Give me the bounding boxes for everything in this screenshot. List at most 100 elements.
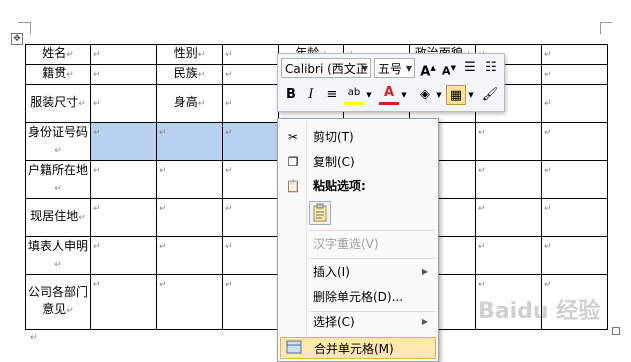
cell-text: 公司各部门意见 <box>28 285 89 316</box>
table-cell[interactable]: ↵ <box>475 122 542 161</box>
italic-button[interactable]: I <box>301 85 321 105</box>
cell-text: 民族 <box>173 66 198 80</box>
table-cell[interactable]: ↵ <box>90 84 157 123</box>
submenu-arrow-icon: ▶ <box>421 267 428 276</box>
format-painter-icon[interactable]: 🖌 <box>480 85 500 105</box>
table-cell[interactable]: ↵ <box>475 198 542 237</box>
menu-item-label: 剪切(T) <box>313 130 354 144</box>
cell-text: 性别 <box>173 46 198 60</box>
menu-item-cut[interactable]: ✂ 剪切(T) <box>280 126 436 148</box>
center-align-button[interactable]: ≡ <box>322 85 342 105</box>
highlight-dropdown-icon[interactable]: ▼ <box>364 85 374 105</box>
borders-dropdown-icon[interactable]: ▼ <box>466 85 476 105</box>
label-cell-gender[interactable]: 性别↵ <box>156 44 223 65</box>
menu-item-insert[interactable]: 插入(I) ▶ <box>280 261 436 283</box>
table-cell[interactable]: ↵ <box>541 84 608 123</box>
paste-icon: 📋 <box>285 179 301 193</box>
chevron-down-icon[interactable]: ▼ <box>406 59 412 79</box>
label-cell-name[interactable]: 姓名↵ <box>25 44 91 65</box>
font-color-dropdown-icon[interactable]: ▼ <box>399 85 409 105</box>
increase-indent-icon[interactable]: ☷ <box>481 58 501 78</box>
label-cell-hometown[interactable]: 籍贯↵ <box>25 64 91 85</box>
label-cell-current-address[interactable]: 现居住地↵ <box>25 198 91 237</box>
menu-item-copy[interactable]: ❐ 复制(C) <box>280 151 436 173</box>
menu-item-label: 汉字重选(V) <box>313 237 379 251</box>
highlight-button[interactable]: ab <box>344 85 364 105</box>
cell-text: 身高 <box>173 95 198 109</box>
selected-cell[interactable]: ↵ <box>156 122 223 161</box>
menu-separator <box>309 258 435 259</box>
page-corner-mark <box>30 22 31 34</box>
table-cell[interactable]: ↵ <box>541 236 608 275</box>
table-cell[interactable]: ↵ <box>156 160 223 199</box>
menu-item-delete-cells[interactable]: 删除单元格(D)... <box>280 286 436 308</box>
label-cell-department-opinion[interactable]: 公司各部门意见↵ <box>25 274 91 330</box>
selected-cell[interactable]: ↵ <box>90 122 157 161</box>
table-cell[interactable]: ↵ <box>222 236 279 275</box>
table-cell[interactable]: ↵ <box>156 274 223 330</box>
label-cell-height[interactable]: 身高↵ <box>156 84 223 123</box>
font-size-value: 五号 <box>378 62 403 76</box>
label-cell-declaration[interactable]: 填表人申明↵ <box>25 236 91 275</box>
scissors-icon: ✂ <box>287 130 299 144</box>
table-cell[interactable]: ↵ <box>90 236 157 275</box>
table-cell[interactable]: ↵ <box>156 198 223 237</box>
table-cell[interactable]: ↵ <box>222 64 279 85</box>
menu-item-merge-cells[interactable]: 合并单元格(M) <box>280 337 436 359</box>
cell-text: 现居住地 <box>30 209 79 223</box>
table-cell[interactable]: ↵ <box>222 160 279 199</box>
table-cell[interactable]: ↵ <box>475 236 542 275</box>
label-cell-clothing-size[interactable]: 服装尺寸↵ <box>25 84 91 123</box>
cell-text: 户籍所在地 <box>28 162 89 177</box>
selected-cell[interactable]: ↵ <box>222 122 279 161</box>
shading-bucket-icon[interactable]: ◈ <box>415 85 435 105</box>
menu-item-reconvert[interactable]: 汉字重选(V) <box>280 233 436 255</box>
menu-item-label: 选择(C) <box>313 315 355 329</box>
borders-button[interactable]: ▦ <box>446 85 466 105</box>
table-cell[interactable]: ↵ <box>90 274 157 330</box>
table-cell[interactable]: ↵ <box>222 84 279 123</box>
table-cell[interactable]: ↵ <box>541 64 608 85</box>
page-corner-mark <box>600 22 601 34</box>
table-cell[interactable]: ↵ <box>541 198 608 237</box>
menu-separator <box>309 230 435 231</box>
paste-keep-text-icon[interactable] <box>309 201 331 225</box>
table-cell[interactable]: ↵ <box>222 274 279 330</box>
mini-toolbar: Calibri (西文正 ▼ 五号 ▼ A▲ A▼ ☰ ☷ B I ≡ ab ▼… <box>277 53 505 112</box>
page-corner-mark <box>18 22 30 23</box>
cell-text: 填表人申明 <box>28 238 89 253</box>
chevron-down-icon[interactable]: ▼ <box>362 59 368 79</box>
table-cell[interactable]: ↵ <box>90 64 157 85</box>
table-cell[interactable]: ↵ <box>90 198 157 237</box>
table-cell[interactable]: ↵ <box>90 44 157 65</box>
label-cell-ethnicity[interactable]: 民族↵ <box>156 64 223 85</box>
label-cell-id-number[interactable]: 身份证号码↵ <box>25 122 91 161</box>
table-cell[interactable]: ↵ <box>541 160 608 199</box>
table-cell[interactable]: ↵ <box>475 160 542 199</box>
table-cell[interactable]: ↵ <box>541 122 608 161</box>
font-color-button[interactable]: A <box>379 85 399 105</box>
cell-text: 身份证号码 <box>28 124 89 139</box>
font-name-value: Calibri (西文正 <box>285 62 368 76</box>
copy-icon: ❐ <box>287 155 299 169</box>
table-move-handle-icon[interactable]: ✥ <box>11 33 23 45</box>
merge-cells-icon <box>285 340 303 358</box>
shrink-font-button[interactable]: A▼ <box>439 58 459 78</box>
submenu-arrow-icon: ▶ <box>421 317 428 326</box>
font-name-combo[interactable]: Calibri (西文正 ▼ <box>281 58 371 78</box>
decrease-indent-icon[interactable]: ☰ <box>460 58 480 78</box>
table-cell[interactable]: ↵ <box>156 236 223 275</box>
font-size-combo[interactable]: 五号 ▼ <box>374 58 415 78</box>
label-cell-domicile[interactable]: 户籍所在地↵ <box>25 160 91 199</box>
watermark-logo: Baidu 经验 <box>478 299 601 324</box>
bold-button[interactable]: B <box>281 85 301 105</box>
table-cell[interactable]: ↵ <box>222 198 279 237</box>
shading-dropdown-icon[interactable]: ▼ <box>434 85 444 105</box>
cell-text: 姓名 <box>42 46 67 60</box>
menu-item-label: 粘贴选项: <box>313 179 366 193</box>
table-cell[interactable]: ↵ <box>222 44 279 65</box>
menu-item-select[interactable]: 选择(C) ▶ <box>280 311 436 333</box>
grow-font-button[interactable]: A▲ <box>418 58 438 79</box>
table-cell[interactable]: ↵ <box>541 44 608 65</box>
table-cell[interactable]: ↵ <box>90 160 157 199</box>
